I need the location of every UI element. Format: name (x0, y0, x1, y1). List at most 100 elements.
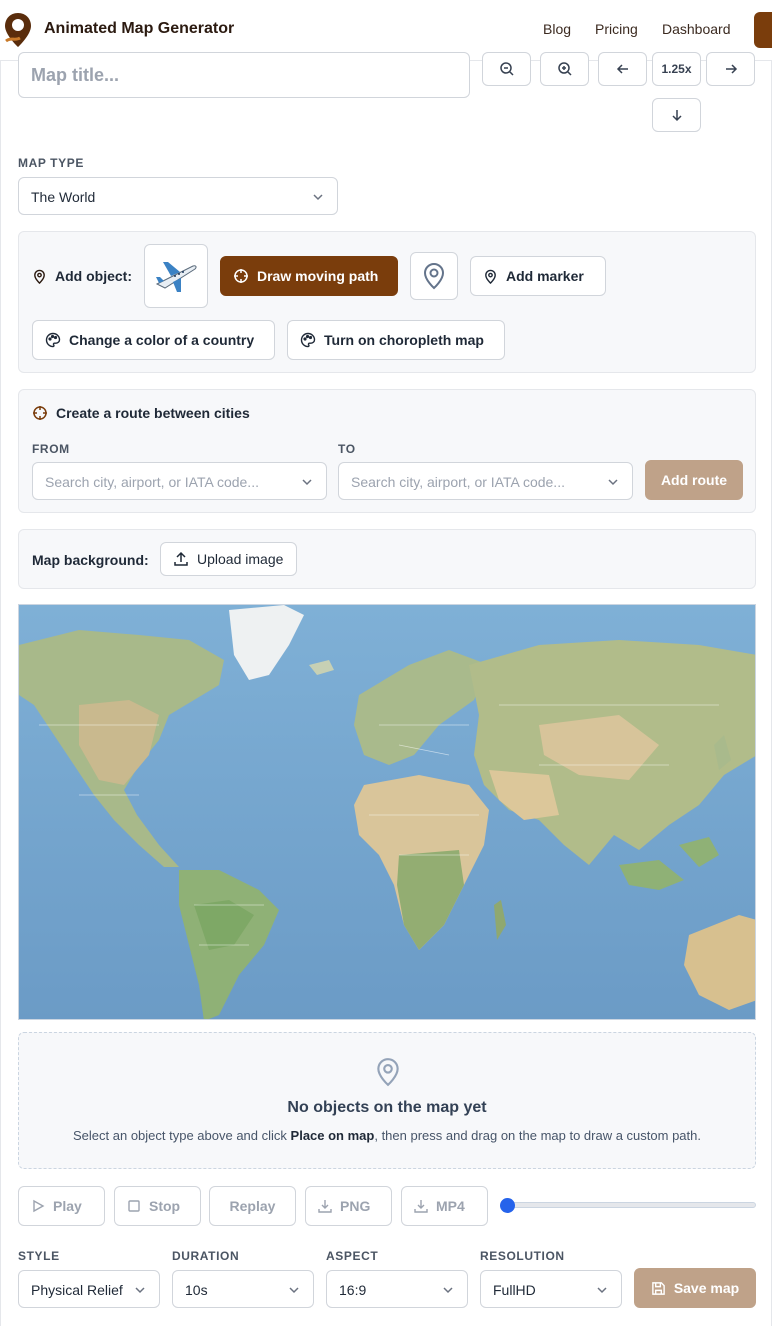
to-city-select[interactable]: Search city, airport, or IATA code... (338, 462, 633, 500)
empty-state-title: No objects on the map yet (287, 1099, 487, 1116)
nav-dashboard[interactable]: Dashboard (662, 21, 731, 37)
chevron-down-icon (302, 479, 312, 486)
export-mp4-button[interactable]: MP4 (401, 1186, 488, 1226)
map-pin-icon (377, 1058, 399, 1087)
choropleth-label: Turn on choropleth map (324, 332, 484, 348)
change-country-color-label: Change a color of a country (69, 332, 255, 348)
change-country-color-button[interactable]: Change a color of a country (32, 320, 275, 360)
arrow-right-icon (725, 64, 737, 74)
crosshair-icon (33, 406, 47, 420)
replay-label: Replay (229, 1198, 276, 1214)
marker-object-button[interactable] (410, 252, 458, 300)
zoom-out-icon (499, 62, 514, 76)
play-button[interactable]: Play (18, 1186, 105, 1226)
map-title-input[interactable] (18, 52, 470, 98)
from-label: FROM (32, 442, 70, 456)
to-city-placeholder: Search city, airport, or IATA code... (351, 474, 565, 490)
map-type-value: The World (31, 189, 96, 205)
duration-label: DURATION (172, 1249, 240, 1263)
choropleth-button[interactable]: Turn on choropleth map (287, 320, 505, 360)
aspect-select[interactable]: 16:9 (326, 1270, 468, 1308)
draw-moving-path-label: Draw moving path (257, 268, 379, 284)
pan-down-button[interactable] (652, 98, 701, 132)
palette-icon (45, 332, 61, 348)
map-background-label: Map background: (32, 552, 149, 568)
nav-blog[interactable]: Blog (543, 21, 571, 37)
timeline-slider-thumb[interactable] (500, 1198, 515, 1213)
add-object-heading: Add object: (32, 268, 132, 284)
route-panel: Create a route between cities FROM TO Se… (18, 389, 756, 513)
draw-moving-path-button[interactable]: Draw moving path (220, 256, 398, 296)
add-marker-label: Add marker (506, 268, 584, 284)
arrow-left-icon (616, 64, 628, 74)
aspect-value: 16:9 (339, 1282, 367, 1298)
airplane-icon (155, 262, 197, 292)
play-label: Play (53, 1198, 82, 1214)
pan-right-button[interactable] (706, 52, 755, 86)
chevron-down-icon (135, 1287, 145, 1294)
export-png-button[interactable]: PNG (305, 1186, 392, 1226)
from-city-placeholder: Search city, airport, or IATA code... (45, 474, 259, 490)
upload-image-label: Upload image (197, 551, 284, 567)
zoom-level-readout: 1.25x (652, 52, 701, 86)
style-label: STYLE (18, 1249, 60, 1263)
nav-cta-button[interactable] (754, 12, 772, 48)
map-type-label: MAP TYPE (18, 156, 84, 170)
resolution-select[interactable]: FullHD (480, 1270, 622, 1308)
empty-state-panel: No objects on the map yet Select an obje… (18, 1032, 756, 1169)
upload-icon (174, 551, 188, 566)
world-map (19, 605, 755, 1019)
route-title: Create a route between cities (56, 405, 250, 421)
export-png-label: PNG (340, 1198, 371, 1214)
download-icon (318, 1200, 332, 1213)
resolution-label: RESOLUTION (480, 1249, 565, 1263)
palette-icon (300, 332, 316, 348)
aspect-label: ASPECT (326, 1249, 379, 1263)
add-route-button[interactable]: Add route (645, 460, 743, 500)
airplane-object-button[interactable] (144, 244, 208, 308)
arrow-down-icon (671, 110, 682, 122)
stop-label: Stop (149, 1198, 181, 1214)
zoom-out-button[interactable] (482, 52, 531, 86)
chevron-down-icon (313, 194, 323, 201)
add-marker-button[interactable]: Add marker (470, 256, 606, 296)
logo-icon (5, 13, 31, 47)
map-type-select[interactable]: The World (18, 177, 338, 215)
replay-button[interactable]: Replay (209, 1186, 296, 1226)
background-panel: Map background: Upload image (18, 529, 756, 589)
world-map-canvas[interactable] (18, 604, 756, 1020)
empty-state-description: Select an object type above and click Pl… (19, 1128, 755, 1143)
chevron-down-icon (289, 1287, 299, 1294)
editor-page: 1.25x MAP TYPE The World Add object: Dra (0, 52, 772, 1326)
upload-image-button[interactable]: Upload image (160, 542, 297, 576)
save-icon (651, 1281, 665, 1295)
map-pin-icon (485, 269, 496, 284)
save-map-button[interactable]: Save map (634, 1268, 756, 1308)
map-pin-icon (34, 269, 45, 284)
crosshair-icon (234, 269, 248, 283)
empty-desc-bold: Place on map (290, 1128, 375, 1143)
add-object-label: Add object: (55, 268, 132, 284)
pan-left-button[interactable] (598, 52, 647, 86)
add-object-panel: Add object: Draw moving path Add marker … (18, 231, 756, 373)
brand-title: Animated Map Generator (44, 20, 235, 37)
timeline-slider[interactable] (501, 1202, 756, 1208)
style-select[interactable]: Physical Relief (18, 1270, 160, 1308)
download-icon (414, 1200, 428, 1213)
map-pin-icon (423, 263, 445, 290)
style-value: Physical Relief (31, 1282, 123, 1298)
route-heading: Create a route between cities (32, 405, 250, 421)
stop-icon (128, 1200, 140, 1212)
empty-desc-text: Select an object type above and click (73, 1128, 291, 1143)
empty-desc-text-after: , then press and drag on the map to draw… (374, 1128, 701, 1143)
to-label: TO (338, 442, 356, 456)
stop-button[interactable]: Stop (114, 1186, 201, 1226)
zoom-in-icon (557, 62, 572, 76)
zoom-in-button[interactable] (540, 52, 589, 86)
nav-pricing[interactable]: Pricing (595, 21, 638, 37)
chevron-down-icon (443, 1287, 453, 1294)
duration-select[interactable]: 10s (172, 1270, 314, 1308)
play-icon (33, 1199, 45, 1213)
from-city-select[interactable]: Search city, airport, or IATA code... (32, 462, 327, 500)
save-map-label: Save map (673, 1280, 740, 1296)
